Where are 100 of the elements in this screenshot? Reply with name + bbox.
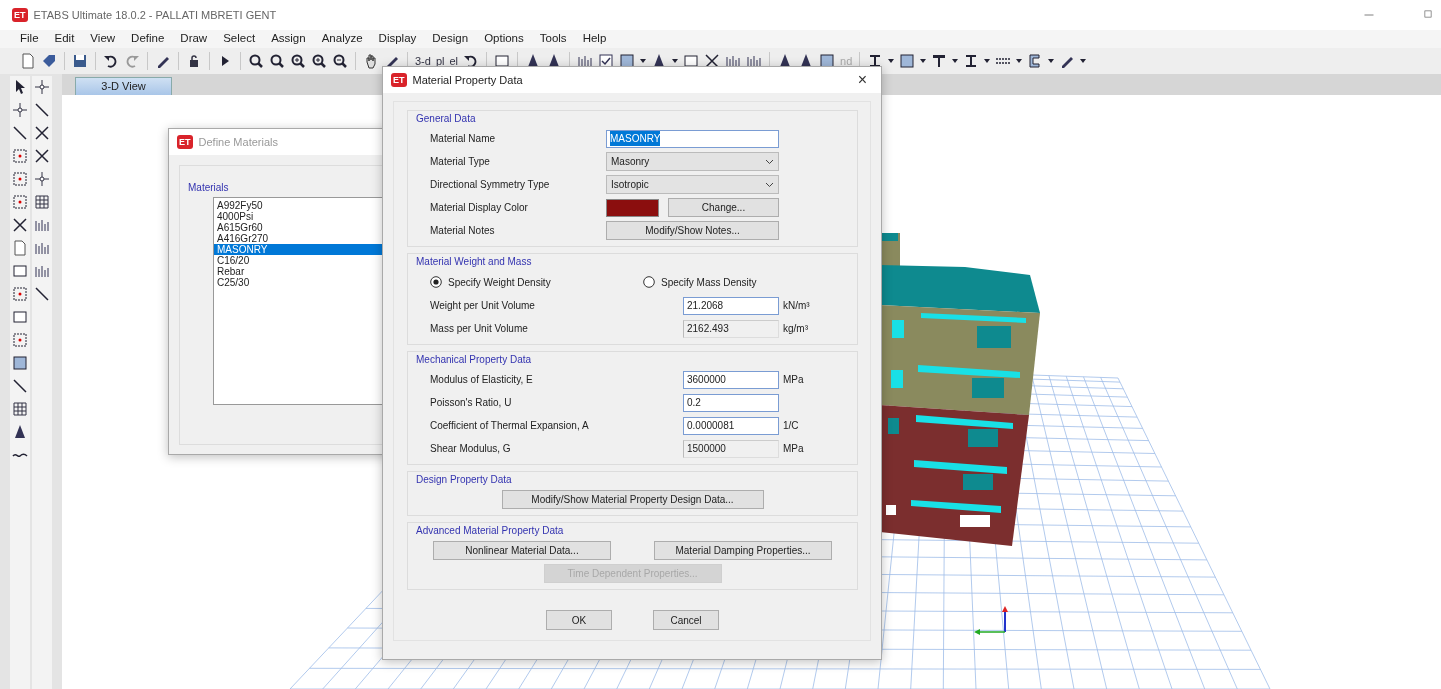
zoom-out-icon[interactable] xyxy=(332,53,348,69)
grid-icon[interactable] xyxy=(34,194,50,210)
rectangle-icon[interactable] xyxy=(12,263,28,279)
change-button[interactable]: Change... xyxy=(668,198,779,217)
cross-icon[interactable] xyxy=(704,53,721,69)
dropdown[interactable]: Isotropic xyxy=(606,175,779,194)
menu-item[interactable]: Design xyxy=(424,30,477,48)
ok-button[interactable]: OK xyxy=(546,610,612,630)
dashed-frame-icon[interactable] xyxy=(12,332,28,348)
cross-icon[interactable] xyxy=(12,217,28,233)
save-icon[interactable] xyxy=(72,53,88,69)
tag-icon[interactable] xyxy=(41,53,57,69)
field-label: Modulus of Elasticity, E xyxy=(430,373,534,387)
line-icon[interactable] xyxy=(12,378,28,394)
menu-item[interactable]: Display xyxy=(370,30,425,48)
menu-item[interactable]: Assign xyxy=(263,30,314,48)
caret-icon[interactable] xyxy=(984,59,991,63)
dashed-frame-icon[interactable] xyxy=(12,286,28,302)
rectangle-icon[interactable] xyxy=(494,53,511,69)
menu-item[interactable]: Select xyxy=(215,30,264,48)
triangle-icon[interactable] xyxy=(12,424,28,440)
input-field[interactable]: 21.2068 xyxy=(683,296,779,315)
caret-icon[interactable] xyxy=(920,59,927,63)
caret-icon[interactable] xyxy=(1080,59,1087,63)
toolbar-button[interactable]: el xyxy=(449,52,459,70)
line-icon[interactable] xyxy=(34,102,50,118)
field-label: Coefficient of Thermal Expansion, A xyxy=(430,419,590,433)
dashed-frame-icon[interactable] xyxy=(12,171,28,187)
menu-item[interactable]: File xyxy=(12,30,47,48)
hand-icon[interactable] xyxy=(363,53,379,69)
menu-item[interactable]: Options xyxy=(476,30,532,48)
square-icon[interactable] xyxy=(619,53,636,69)
line-icon[interactable] xyxy=(12,125,28,141)
bars-icon[interactable] xyxy=(34,217,50,233)
action-button[interactable]: Modify/Show Material Property Design Data... xyxy=(501,490,764,509)
square-icon[interactable] xyxy=(819,53,836,69)
action-button[interactable]: Material Damping Properties... xyxy=(654,541,832,560)
group-heading: Mechanical Property Data xyxy=(416,353,533,367)
radio-label[interactable]: Specify Weight Density xyxy=(448,274,551,290)
bars-icon[interactable] xyxy=(746,53,763,69)
text-field[interactable]: MASONRY xyxy=(606,129,779,148)
menu-item[interactable]: Help xyxy=(574,30,615,48)
zoom-in-icon[interactable] xyxy=(311,53,327,69)
bars-icon[interactable] xyxy=(34,263,50,279)
rectangle-icon[interactable] xyxy=(12,309,28,325)
zoom-in-icon[interactable] xyxy=(290,53,306,69)
toolbar-button[interactable]: 3-d xyxy=(415,52,431,70)
page-icon[interactable] xyxy=(20,53,36,69)
menu-item[interactable]: Edit xyxy=(46,30,83,48)
caret-icon[interactable] xyxy=(1048,59,1055,63)
menu-item[interactable]: Draw xyxy=(172,30,216,48)
caret-icon[interactable] xyxy=(672,59,679,63)
toolbar-button[interactable]: pl xyxy=(435,52,445,70)
field-label: Directional Symmetry Type xyxy=(430,178,551,192)
menu-item[interactable]: View xyxy=(82,30,124,48)
dashed-frame-icon[interactable] xyxy=(12,194,28,210)
square-icon[interactable] xyxy=(12,355,28,371)
zoom-icon[interactable] xyxy=(269,53,285,69)
grid-icon[interactable] xyxy=(12,401,28,417)
input-field[interactable]: 0.0000081 xyxy=(683,416,779,435)
radio-button[interactable] xyxy=(430,276,442,288)
close-button[interactable]: × xyxy=(851,72,873,88)
input-field[interactable]: 0.2 xyxy=(683,393,779,412)
chevron-icon xyxy=(765,158,774,165)
rectangle-icon[interactable] xyxy=(683,53,700,69)
notes-button[interactable]: Modify/Show Notes... xyxy=(606,221,779,240)
zoom-icon[interactable] xyxy=(248,53,264,69)
undo-icon[interactable] xyxy=(103,53,119,69)
checkbox-icon[interactable] xyxy=(598,53,615,69)
action-button[interactable]: Nonlinear Material Data... xyxy=(433,541,611,560)
bars-icon[interactable] xyxy=(725,53,742,69)
input-field[interactable]: 3600000 xyxy=(683,370,779,389)
view-tab[interactable]: 3-D View xyxy=(75,77,172,95)
joint-icon[interactable] xyxy=(34,79,50,95)
dropdown[interactable]: Masonry xyxy=(606,152,779,171)
menu-item[interactable]: Analyze xyxy=(313,30,371,48)
menu-item[interactable]: Tools xyxy=(531,30,575,48)
cross-icon[interactable] xyxy=(34,125,50,141)
field-label: Material Type xyxy=(430,155,491,169)
radio-label[interactable]: Specify Mass Density xyxy=(661,274,757,290)
page-icon[interactable] xyxy=(12,240,28,256)
bars-icon[interactable] xyxy=(34,240,50,256)
caret-icon[interactable] xyxy=(952,59,959,63)
line-icon[interactable] xyxy=(34,286,50,302)
cross-icon[interactable] xyxy=(34,148,50,164)
dashed-frame-icon[interactable] xyxy=(12,148,28,164)
caret-icon[interactable] xyxy=(1016,59,1023,63)
radio-button[interactable] xyxy=(643,276,655,288)
caret-icon[interactable] xyxy=(640,59,647,63)
joint-icon[interactable] xyxy=(34,171,50,187)
square-icon[interactable] xyxy=(899,53,916,69)
bars-icon[interactable] xyxy=(577,53,594,69)
axis-triad-icon xyxy=(974,606,1008,635)
cancel-button[interactable]: Cancel xyxy=(653,610,719,630)
caret-icon[interactable] xyxy=(888,59,895,63)
menu-item[interactable]: Define xyxy=(123,30,173,48)
joint-icon[interactable] xyxy=(12,102,28,118)
readonly-field: 2162.493 xyxy=(683,319,779,338)
field-label: Material Name xyxy=(430,132,497,146)
t-beam-icon[interactable] xyxy=(931,53,948,69)
